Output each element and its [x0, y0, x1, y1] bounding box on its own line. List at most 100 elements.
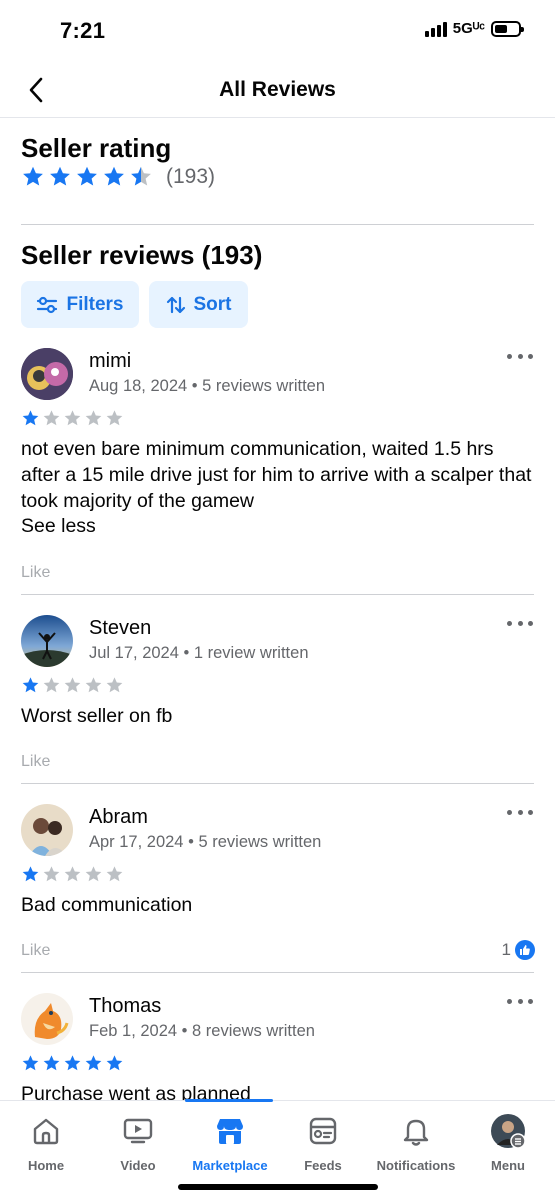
tab-video-label: Video — [120, 1158, 156, 1173]
more-options-button[interactable] — [507, 350, 533, 362]
thumbs-up-icon — [515, 940, 535, 960]
section-divider — [21, 224, 534, 225]
review-meta: Apr 17, 2024 • 5 reviews written — [89, 833, 321, 852]
sort-icon — [166, 296, 185, 313]
tab-notifications[interactable]: Notifications — [370, 1113, 462, 1173]
avatar-image — [21, 615, 73, 667]
star-icon — [22, 410, 39, 426]
top-nav-bar: All Reviews — [0, 62, 555, 118]
seller-reviews-title: Seller reviews (193) — [21, 240, 263, 270]
avatar-image — [21, 993, 73, 1045]
seller-rating-count: (193) — [166, 165, 216, 188]
network-type: 5Gᵁᶜ — [452, 20, 485, 37]
star-icon — [104, 166, 124, 186]
filters-label: Filters — [66, 293, 124, 315]
star-icon — [106, 866, 123, 882]
reviewer-name[interactable]: Steven — [89, 617, 151, 640]
review-stars — [21, 1054, 124, 1073]
more-options-button[interactable] — [507, 617, 533, 629]
star-icon — [85, 1055, 102, 1071]
active-tab-indicator — [185, 1099, 273, 1102]
review-date: Apr 17, 2024 — [89, 833, 184, 851]
star-icon — [43, 410, 60, 426]
like-button[interactable]: Like — [21, 753, 50, 771]
tab-marketplace-label: Marketplace — [192, 1158, 268, 1173]
avatar[interactable] — [21, 615, 73, 667]
avatar[interactable] — [21, 804, 73, 856]
more-options-button[interactable] — [507, 806, 533, 818]
avatar-image — [21, 804, 73, 856]
star-icon — [106, 410, 123, 426]
status-time: 7:21 — [60, 18, 106, 43]
review-text: Worst seller on fb — [21, 705, 173, 727]
tab-marketplace[interactable]: Marketplace — [184, 1113, 276, 1173]
marketplace-icon — [212, 1113, 248, 1149]
review-date: Feb 1, 2024 — [89, 1022, 178, 1040]
star-icon — [22, 677, 39, 693]
filters-button[interactable]: Filters — [21, 281, 139, 328]
tab-home-label: Home — [27, 1158, 65, 1173]
avatar[interactable] — [21, 993, 73, 1045]
review-divider — [21, 972, 534, 973]
review-meta: Jul 17, 2024 • 1 review written — [89, 644, 309, 663]
review-meta: Feb 1, 2024 • 8 reviews written — [89, 1022, 315, 1041]
like-count[interactable]: 1 — [502, 940, 535, 960]
star-icon — [43, 677, 60, 693]
review-count: 5 reviews written — [198, 833, 322, 851]
like-button[interactable]: Like — [21, 942, 50, 960]
review-divider — [21, 594, 534, 595]
meta-separator: • — [183, 644, 190, 662]
video-icon — [120, 1113, 156, 1149]
reviewer-name[interactable]: Abram — [89, 806, 148, 829]
feeds-icon — [305, 1113, 341, 1149]
star-icon — [106, 677, 123, 693]
tab-home[interactable]: Home — [0, 1113, 92, 1173]
review-count: 1 review written — [193, 644, 309, 662]
review-count: 8 reviews written — [192, 1022, 315, 1040]
home-icon — [28, 1113, 64, 1149]
star-icon — [85, 677, 102, 693]
review-stars — [21, 865, 124, 884]
seller-rating-stars — [21, 165, 153, 189]
bell-icon — [398, 1113, 434, 1149]
star-icon — [106, 1055, 123, 1071]
more-options-button[interactable] — [507, 995, 533, 1007]
home-indicator — [178, 1184, 378, 1190]
review-stars — [21, 409, 124, 428]
meta-separator: • — [191, 377, 198, 395]
cellular-signal-icon — [424, 21, 447, 37]
sort-button[interactable]: Sort — [149, 281, 248, 328]
review-stars — [21, 676, 124, 695]
avatar-image — [21, 348, 73, 400]
like-button[interactable]: Like — [21, 564, 50, 582]
tab-feeds-label: Feeds — [304, 1158, 342, 1173]
star-icon — [131, 166, 151, 186]
like-count-number: 1 — [501, 940, 511, 959]
see-less-link[interactable]: See less — [21, 515, 96, 538]
star-icon — [85, 410, 102, 426]
review-text: Bad communication — [21, 894, 193, 916]
tab-menu[interactable]: Menu — [462, 1113, 554, 1173]
status-bar: 7:21 5Gᵁᶜ — [0, 0, 555, 62]
sort-label: Sort — [193, 293, 232, 315]
avatar[interactable] — [21, 348, 73, 400]
review-text: not even bare minimum communication, wai… — [21, 438, 532, 512]
review-count: 5 reviews written — [202, 377, 326, 395]
reviewer-name[interactable]: mimi — [89, 350, 131, 373]
tab-feeds[interactable]: Feeds — [277, 1113, 369, 1173]
review-divider — [21, 783, 534, 784]
meta-separator: • — [188, 833, 194, 851]
review-date: Aug 18, 2024 — [89, 377, 188, 395]
tab-video[interactable]: Video — [92, 1113, 184, 1173]
star-icon — [64, 866, 81, 882]
reviewer-name[interactable]: Thomas — [89, 995, 161, 1018]
status-indicators: 5Gᵁᶜ — [424, 20, 524, 37]
filters-icon — [37, 296, 58, 313]
tab-menu-label: Menu — [491, 1158, 525, 1173]
star-icon — [64, 1055, 81, 1071]
star-icon — [22, 1055, 39, 1071]
review-date: Jul 17, 2024 — [89, 644, 179, 662]
star-icon — [50, 166, 70, 186]
bottom-tab-bar: Home Video Marketplace Feeds Notificatio… — [0, 1099, 555, 1200]
star-icon — [43, 1055, 60, 1071]
